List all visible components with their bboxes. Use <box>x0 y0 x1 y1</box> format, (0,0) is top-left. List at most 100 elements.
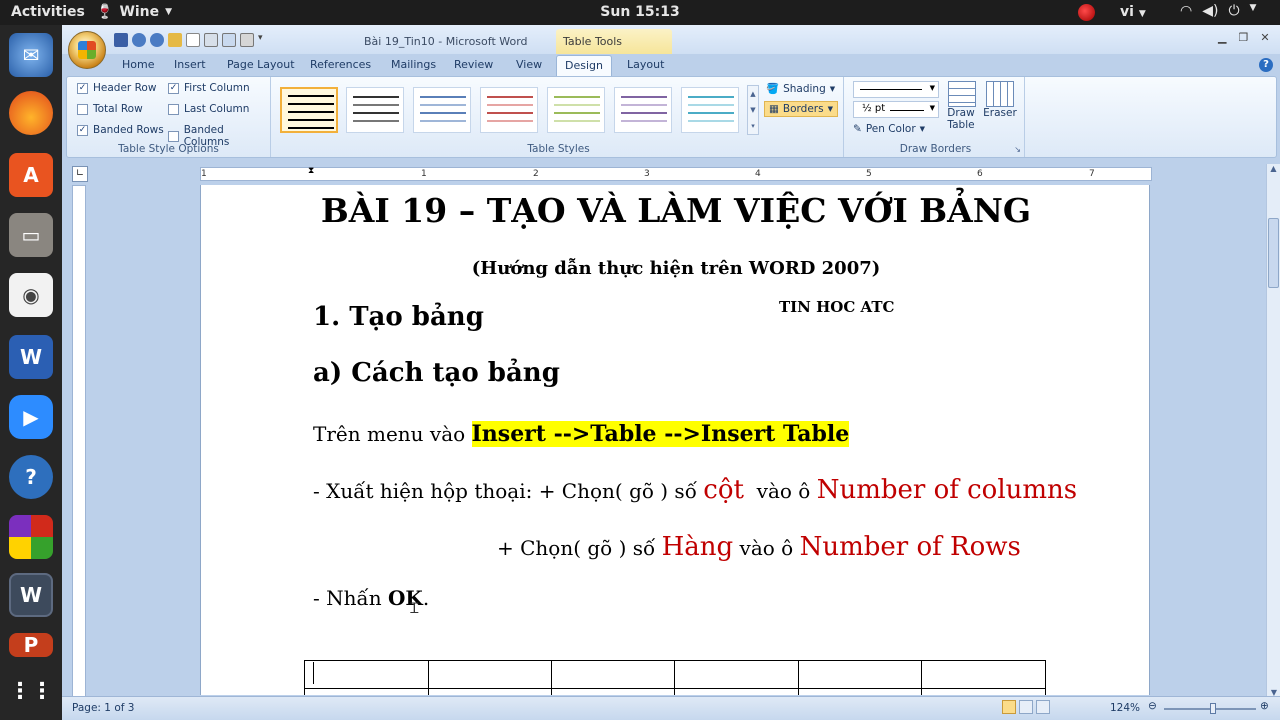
rhythmbox-icon[interactable]: ◉ <box>9 273 53 317</box>
tab-home[interactable]: Home <box>122 58 154 71</box>
tab-layout[interactable]: Layout <box>627 58 664 71</box>
scroll-up-icon[interactable]: ▲ <box>1267 164 1280 178</box>
vertical-ruler[interactable] <box>72 185 86 705</box>
table-cell[interactable] <box>921 688 1046 695</box>
save-icon[interactable] <box>114 33 128 47</box>
new-icon[interactable] <box>186 33 200 47</box>
firefox-icon[interactable] <box>9 91 53 135</box>
eraser-button[interactable]: Eraser <box>983 81 1017 119</box>
tab-page-layout[interactable]: Page Layout <box>227 58 295 71</box>
page-indicator[interactable]: Page: 1 of 3 <box>72 702 134 714</box>
zoom-slider-thumb[interactable] <box>1210 703 1216 714</box>
vertical-scrollbar[interactable]: ▲ ▼ <box>1266 164 1280 699</box>
minimize-icon[interactable]: ▁ <box>1218 31 1226 44</box>
status-bar: Page: 1 of 3 124% ⊖ ⊕ <box>62 696 1280 720</box>
table-style-red[interactable] <box>480 87 538 133</box>
table-cell[interactable] <box>674 688 799 695</box>
tab-view[interactable]: View <box>516 58 542 71</box>
tab-mailings[interactable]: Mailings <box>391 58 436 71</box>
borders-button[interactable]: ▦ Borders ▼ <box>764 101 838 117</box>
styles-scroll[interactable]: ▲ ▼ ▾ <box>747 85 759 135</box>
input-language[interactable]: vi ▼ <box>1120 4 1146 20</box>
file-manager-icon[interactable]: ▭ <box>9 213 53 257</box>
table-style-purple[interactable] <box>614 87 672 133</box>
table-cell[interactable] <box>304 688 429 695</box>
zoom-icon[interactable]: ▶ <box>9 395 53 439</box>
pen-icon: ✎ <box>853 123 862 135</box>
table-cell[interactable] <box>427 688 553 695</box>
draw-table-button[interactable]: Draw Table <box>946 81 978 131</box>
print-icon[interactable] <box>240 33 254 47</box>
header-row-checkbox[interactable]: ✓ Header Row <box>77 82 156 94</box>
help-icon[interactable]: ? <box>9 455 53 499</box>
tab-review[interactable]: Review <box>454 58 493 71</box>
web-layout-icon[interactable] <box>1036 700 1050 714</box>
zoom-slider[interactable] <box>1164 703 1256 714</box>
office-button[interactable] <box>68 31 106 69</box>
scroll-thumb[interactable] <box>1268 218 1279 288</box>
tab-references[interactable]: References <box>310 58 371 71</box>
document-table[interactable] <box>304 660 1046 695</box>
red-text: Number of Rows <box>799 532 1021 562</box>
print-layout-icon[interactable] <box>1002 700 1016 714</box>
table-style-grid[interactable] <box>280 87 338 133</box>
customize-toolbar-icon[interactable]: ▾ <box>258 33 263 47</box>
indent-marker-icon[interactable]: ⧗ <box>308 166 314 176</box>
banded-rows-checkbox[interactable]: ✓ Banded Rows <box>77 124 164 136</box>
zoom-in-icon[interactable]: ⊕ <box>1260 700 1269 712</box>
table-cell[interactable] <box>304 660 429 689</box>
office-suite-icon[interactable] <box>9 515 53 559</box>
tab-insert[interactable]: Insert <box>174 58 206 71</box>
last-column-checkbox[interactable]: Last Column <box>168 103 249 115</box>
software-center-icon[interactable]: A <box>9 153 53 197</box>
full-screen-icon[interactable] <box>1019 700 1033 714</box>
redo-icon[interactable] <box>150 33 164 47</box>
total-row-checkbox[interactable]: Total Row <box>77 103 143 115</box>
watermark-text: TIN HOC ATC <box>779 298 895 316</box>
line-weight-dropdown[interactable]: ½ pt ▼ <box>853 101 939 118</box>
word-window-icon[interactable]: W <box>9 573 53 617</box>
language-label: vi <box>1120 4 1134 20</box>
table-cell[interactable] <box>674 660 799 689</box>
close-icon[interactable]: ✕ <box>1260 31 1269 44</box>
table-cell[interactable] <box>797 688 923 695</box>
thunderbird-icon[interactable]: ✉ <box>9 33 53 77</box>
table-cell[interactable] <box>921 660 1046 689</box>
eraser-icon <box>986 81 1014 107</box>
paragraph-text: - Xuất hiện hộp thoại: + Chọn( gõ ) số <box>313 479 704 503</box>
table-cell[interactable] <box>550 688 676 695</box>
pen-color-button[interactable]: ✎ Pen Color ▼ <box>853 123 925 135</box>
tab-design[interactable]: Design <box>556 55 612 77</box>
zoom-out-icon[interactable]: ⊖ <box>1148 700 1157 712</box>
powerpoint-icon[interactable]: P <box>9 633 53 657</box>
print-preview-icon[interactable] <box>204 33 218 47</box>
first-column-checkbox[interactable]: ✓ First Column <box>168 82 250 94</box>
document-area[interactable]: BÀI 19 – TẠO VÀ LÀM VIỆC VỚI BẢNG (Hướng… <box>88 185 1266 695</box>
table-style-green[interactable] <box>547 87 605 133</box>
spelling-icon[interactable] <box>222 33 236 47</box>
table-style-aqua[interactable] <box>681 87 739 133</box>
table-style-blue[interactable] <box>413 87 471 133</box>
undo-icon[interactable] <box>132 33 146 47</box>
record-indicator-icon[interactable] <box>1078 4 1095 21</box>
paragraph-text: + Chọn( gõ ) số <box>497 536 662 560</box>
line-style-dropdown[interactable]: ▼ <box>853 81 939 98</box>
document-page[interactable]: BÀI 19 – TẠO VÀ LÀM VIỆC VỚI BẢNG (Hướng… <box>200 185 1150 695</box>
tab-stop-selector[interactable]: ∟ <box>72 166 88 182</box>
horizontal-ruler[interactable]: ∟ 1 ⧗ 1 2 3 4 5 6 7 <box>62 164 1266 184</box>
word-app-icon[interactable]: W <box>9 335 53 379</box>
restore-icon[interactable]: ❐ <box>1238 31 1248 44</box>
table-style-dark[interactable] <box>346 87 404 133</box>
table-cell[interactable] <box>550 660 676 689</box>
shading-button[interactable]: 🪣 Shading ▼ <box>766 82 835 96</box>
dialog-launcher-icon[interactable]: ↘ <box>1014 145 1021 154</box>
table-cell[interactable] <box>427 660 553 689</box>
help-icon[interactable]: ? <box>1259 58 1273 72</box>
open-icon[interactable] <box>168 33 182 47</box>
zoom-level[interactable]: 124% <box>1110 702 1140 714</box>
table-cell[interactable] <box>797 660 923 689</box>
heading-2: a) Cách tạo bảng <box>313 358 560 388</box>
view-buttons[interactable] <box>1002 700 1050 714</box>
show-applications-icon[interactable]: ⋮⋮ <box>9 669 53 713</box>
system-menu[interactable]: ◠ ◀) ⏻ ▼ <box>1180 3 1256 19</box>
